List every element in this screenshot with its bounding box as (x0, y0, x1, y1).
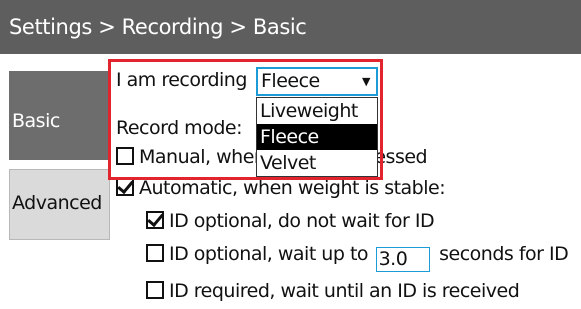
option-liveweight[interactable]: Liveweight (257, 98, 377, 124)
automatic-label: Automatic, when weight is stable: (139, 177, 446, 199)
id-optional-nowait-option[interactable]: ID optional, do not wait for ID (146, 210, 435, 232)
manual-checkbox[interactable] (116, 147, 134, 165)
id-required-checkbox[interactable] (146, 281, 164, 299)
recording-dropdown: Liveweight Fleece Velvet (256, 97, 378, 177)
page-title: Settings > Recording > Basic (0, 0, 581, 54)
id-optional-nowait-checkbox[interactable] (146, 211, 164, 229)
id-required-label: ID required, wait until an ID is receive… (169, 280, 520, 302)
recording-label: I am recording (116, 69, 247, 91)
id-optional-wait-checkbox[interactable] (146, 244, 164, 262)
id-optional-wait-suffix: seconds for ID (439, 243, 569, 265)
recording-select[interactable]: Fleece ▼ (256, 67, 378, 96)
wait-seconds-input[interactable]: 3.0 (375, 247, 430, 272)
automatic-option[interactable]: Automatic, when weight is stable: (116, 177, 446, 199)
automatic-checkbox[interactable] (116, 178, 134, 196)
id-optional-wait-prefix: ID optional, wait up to (169, 243, 369, 265)
id-optional-wait-option[interactable]: ID optional, wait up to 3.0 seconds for … (146, 243, 569, 272)
chevron-down-icon: ▼ (362, 75, 370, 88)
option-velvet[interactable]: Velvet (257, 150, 377, 176)
tab-basic[interactable]: Basic (9, 71, 110, 160)
tab-advanced[interactable]: Advanced (9, 169, 110, 240)
record-mode-label: Record mode: (116, 117, 242, 139)
recording-select-value: Fleece (261, 70, 320, 92)
id-optional-nowait-label: ID optional, do not wait for ID (169, 210, 435, 232)
id-required-option[interactable]: ID required, wait until an ID is receive… (146, 280, 520, 302)
option-fleece[interactable]: Fleece (257, 124, 377, 150)
